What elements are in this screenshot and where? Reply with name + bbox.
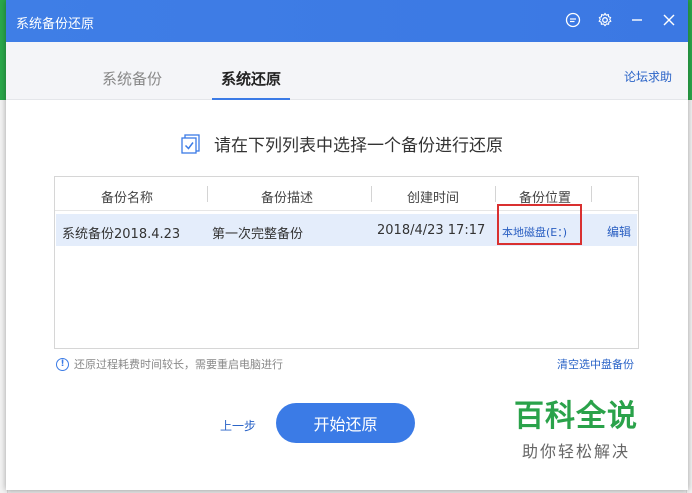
instruction: 请在下列列表中选择一个备份进行还原 [180, 131, 503, 156]
column-divider [371, 186, 372, 202]
minimize-icon[interactable] [628, 11, 646, 29]
location-highlight-box [497, 204, 582, 245]
column-divider [207, 186, 208, 202]
window-title: 系统备份还原 [16, 17, 95, 32]
restore-hint: ! 还原过程耗费时间较长，需要重启电脑进行 [56, 356, 283, 372]
column-divider [591, 186, 592, 202]
instruction-text: 请在下列列表中选择一个备份进行还原 [214, 136, 503, 156]
window-controls [564, 11, 678, 29]
active-tab-indicator [212, 98, 290, 100]
watermark-logo: 百科全说 助你轻松解决 [514, 400, 638, 462]
forum-help-link[interactable]: 论坛求助 [624, 68, 672, 85]
previous-step-button[interactable]: 上一步 [220, 417, 256, 434]
hint-text: 还原过程耗费时间较长，需要重启电脑进行 [74, 358, 283, 371]
edit-link[interactable]: 编辑 [607, 223, 631, 240]
feedback-icon[interactable] [564, 11, 582, 29]
start-restore-button[interactable]: 开始还原 [276, 403, 415, 443]
column-header-name: 备份名称 [101, 191, 154, 206]
backup-restore-dialog: 系统备份还原 系统备份 系统还原 论坛求助 请在下列列表中选择一个备份进行还原 … [6, 0, 688, 490]
backup-table: 备份名称 备份描述 创建时间 备份位置 系统备份2018.4.23 第一次完整备… [54, 176, 639, 349]
title-bar[interactable]: 系统备份还原 [6, 0, 688, 42]
tab-system-backup[interactable]: 系统备份 [102, 68, 162, 89]
column-header-created: 创建时间 [407, 191, 460, 206]
watermark-main-text: 百科全说 [514, 399, 638, 434]
close-icon[interactable] [660, 11, 678, 29]
column-header-description: 备份描述 [261, 191, 314, 206]
backup-created-cell: 2018/4/23 17:17 [377, 223, 486, 238]
watermark-sub-text: 助你轻松解决 [521, 442, 630, 461]
info-icon: ! [56, 357, 69, 371]
checklist-icon [180, 133, 202, 155]
settings-icon[interactable] [596, 11, 614, 29]
backup-description-cell: 第一次完整备份 [212, 227, 304, 242]
clear-selected-backup-link[interactable]: 清空选中盘备份 [557, 356, 634, 372]
tab-system-restore[interactable]: 系统还原 [221, 68, 281, 89]
column-divider [495, 186, 496, 202]
tab-bar: 系统备份 系统还原 论坛求助 [6, 42, 688, 100]
backup-name-cell: 系统备份2018.4.23 [62, 227, 181, 242]
